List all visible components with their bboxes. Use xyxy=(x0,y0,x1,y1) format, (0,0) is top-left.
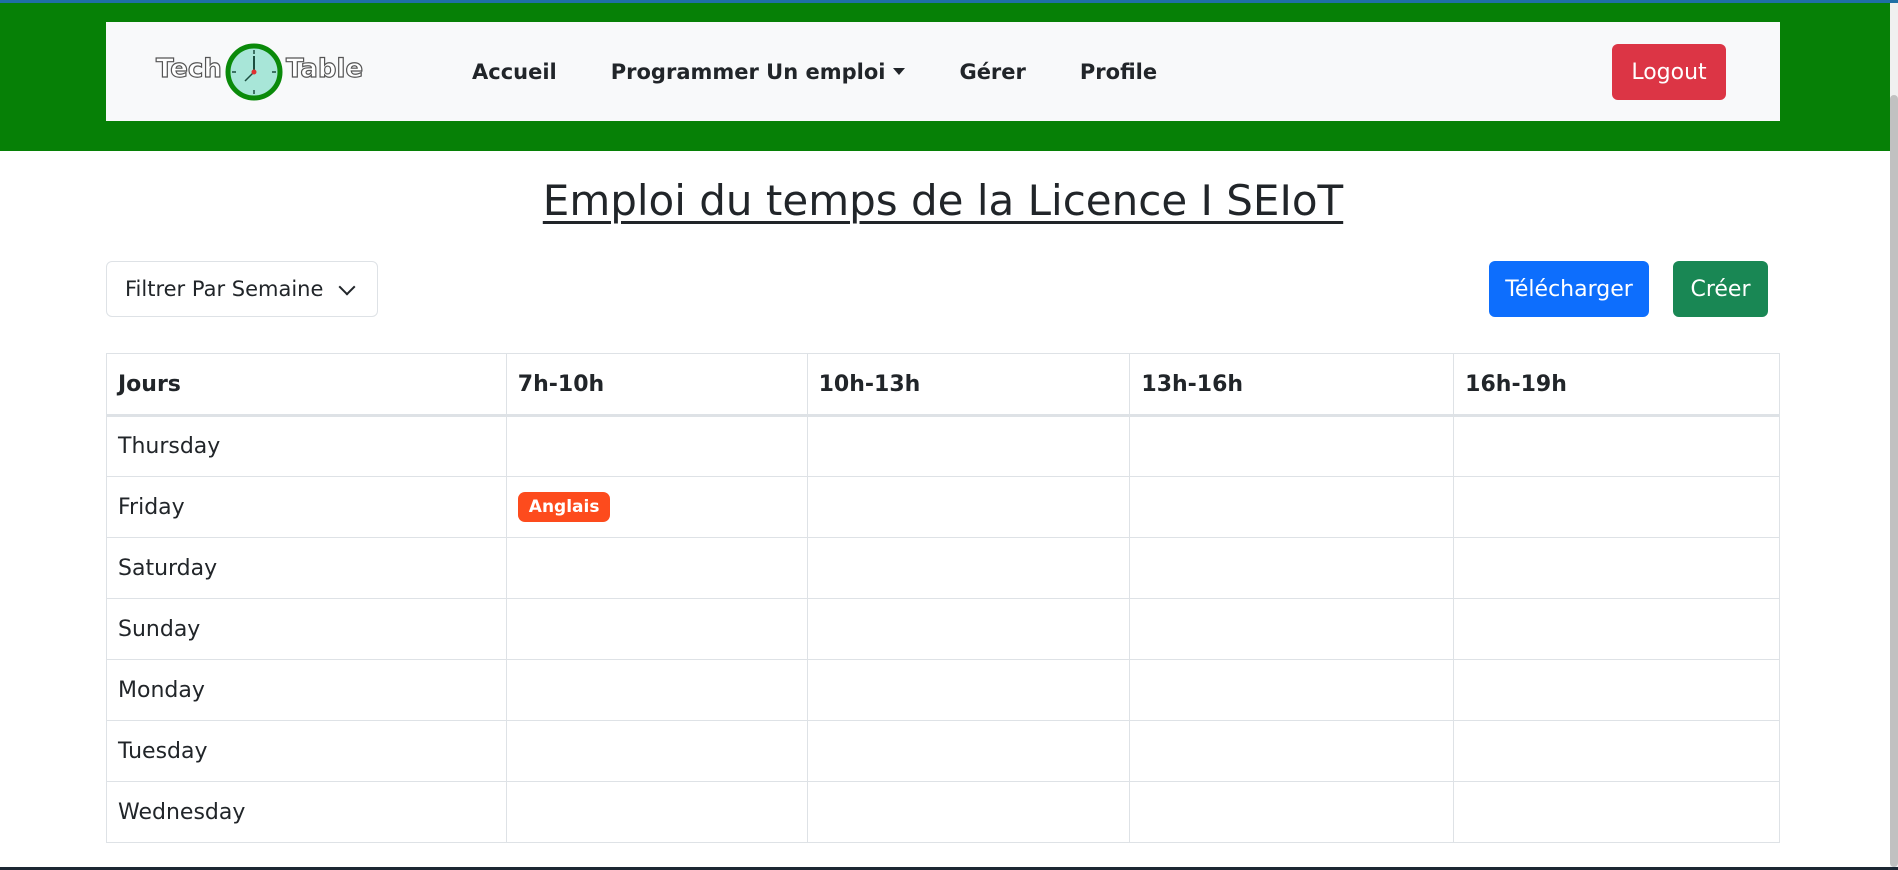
slot-cell[interactable] xyxy=(1453,781,1780,843)
timetable-row: Wednesday xyxy=(106,781,1780,843)
timetable: Jours 7h-10h 10h-13h 13h-16h 16h-19h Thu… xyxy=(106,353,1780,843)
nav-programmer-dropdown[interactable]: Programmer Un emploi xyxy=(611,60,906,84)
nav-links: Accueil Programmer Un emploi Gérer Profi… xyxy=(472,22,1211,121)
header-slot-2: 10h-13h xyxy=(806,353,1131,416)
slot-cell[interactable] xyxy=(806,720,1131,782)
slot-cell[interactable] xyxy=(1129,720,1455,782)
page-title: Emploi du temps de la Licence I SEIoT xyxy=(542,176,1344,225)
slot-cell[interactable] xyxy=(505,659,808,721)
logo-word-left: Tech xyxy=(155,53,222,84)
header-slot-4: 16h-19h xyxy=(1453,353,1780,416)
logo-word-right: Table xyxy=(285,53,364,84)
slot-cell[interactable] xyxy=(806,476,1131,538)
nav-programmer-label: Programmer Un emploi xyxy=(610,59,886,84)
slot-cell[interactable] xyxy=(1453,537,1780,599)
slot-cell[interactable] xyxy=(505,537,808,599)
week-filter-label: Filtrer Par Semaine xyxy=(125,277,324,301)
scrollbar-thumb[interactable] xyxy=(1890,95,1898,867)
slot-cell[interactable] xyxy=(1129,476,1455,538)
slot-cell[interactable] xyxy=(1129,781,1455,843)
slot-cell[interactable] xyxy=(806,537,1131,599)
clock-icon xyxy=(225,43,283,101)
header-days: Jours xyxy=(106,353,507,416)
chevron-down-icon xyxy=(338,278,356,296)
timetable-row: Tuesday xyxy=(106,720,1780,782)
slot-cell[interactable] xyxy=(1453,598,1780,660)
day-cell: Wednesday xyxy=(106,781,507,843)
timetable-row: Friday Anglais xyxy=(106,476,1780,538)
day-cell: Tuesday xyxy=(106,720,507,782)
timetable-row: Monday xyxy=(106,659,1780,721)
logo[interactable]: Tech Table xyxy=(155,42,364,102)
timetable-row: Thursday xyxy=(106,415,1780,477)
slot-cell[interactable] xyxy=(1129,659,1455,721)
slot-cell[interactable]: Anglais xyxy=(505,476,808,538)
header-slot-3: 13h-16h xyxy=(1129,353,1455,416)
day-cell: Monday xyxy=(106,659,507,721)
nav-profile[interactable]: Profile xyxy=(1080,60,1157,84)
nav-accueil-label: Accueil xyxy=(472,59,557,84)
course-badge[interactable]: Anglais xyxy=(517,492,611,522)
slot-cell[interactable] xyxy=(1129,415,1455,477)
caret-down-icon xyxy=(893,68,906,75)
slot-cell[interactable] xyxy=(505,720,808,782)
timetable-row: Saturday xyxy=(106,537,1780,599)
slot-cell[interactable] xyxy=(806,415,1131,477)
week-filter-select[interactable]: Filtrer Par Semaine xyxy=(106,261,378,317)
download-button[interactable]: Télécharger xyxy=(1489,261,1649,317)
nav-gerer[interactable]: Gérer xyxy=(959,60,1025,84)
slot-cell[interactable] xyxy=(1453,476,1780,538)
navbar: Tech Table Accueil Programmer Un emploi … xyxy=(106,22,1780,121)
slot-cell[interactable] xyxy=(505,781,808,843)
day-cell: Friday xyxy=(106,476,507,538)
nav-gerer-label: Gérer xyxy=(959,59,1026,84)
slot-cell[interactable] xyxy=(505,415,808,477)
day-cell: Saturday xyxy=(106,537,507,599)
nav-accueil[interactable]: Accueil xyxy=(472,60,557,84)
slot-cell[interactable] xyxy=(1453,659,1780,721)
create-button[interactable]: Créer xyxy=(1673,261,1768,317)
timetable-row: Sunday xyxy=(106,598,1780,660)
nav-profile-label: Profile xyxy=(1079,59,1158,84)
slot-cell[interactable] xyxy=(1129,598,1455,660)
day-cell: Thursday xyxy=(106,415,507,477)
header-slot-1: 7h-10h xyxy=(505,353,808,416)
day-cell: Sunday xyxy=(106,598,507,660)
slot-cell[interactable] xyxy=(1129,537,1455,599)
slot-cell[interactable] xyxy=(505,598,808,660)
logout-button[interactable]: Logout xyxy=(1612,44,1726,100)
timetable-header-row: Jours 7h-10h 10h-13h 13h-16h 16h-19h xyxy=(106,353,1780,416)
slot-cell[interactable] xyxy=(806,598,1131,660)
slot-cell[interactable] xyxy=(1453,720,1780,782)
slot-cell[interactable] xyxy=(806,659,1131,721)
slot-cell[interactable] xyxy=(806,781,1131,843)
slot-cell[interactable] xyxy=(1453,415,1780,477)
